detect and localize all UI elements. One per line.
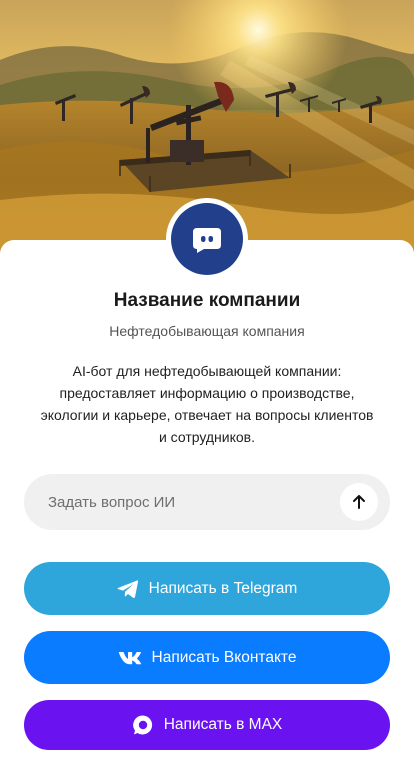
company-name: Название компании [113,290,301,311]
ai-question-box[interactable] [24,474,390,530]
max-icon [132,714,154,736]
chat-bot-icon [193,228,221,253]
company-type: Нефтедобывающая компания [109,323,305,339]
vk-icon [118,650,142,666]
send-button[interactable] [340,483,378,521]
arrow-up-icon [353,495,365,509]
company-description: AI-бот для нефтедобывающей компании: пре… [40,363,374,445]
avatar [166,198,248,280]
telegram-button-label: Написать в Telegram [148,579,298,597]
page: Название компании Нефтедобывающая компан… [0,0,414,770]
ai-question-input[interactable] [48,493,340,511]
avatar-circle [171,203,243,275]
max-button[interactable]: Написать в MAX [24,700,390,750]
vk-button[interactable]: Написать Вконтакте [24,631,390,684]
telegram-icon [117,579,139,599]
max-button-label: Написать в MAX [163,716,283,733]
telegram-button[interactable]: Написать в Telegram [24,562,390,615]
vk-button-label: Написать Вконтакте [151,648,297,666]
